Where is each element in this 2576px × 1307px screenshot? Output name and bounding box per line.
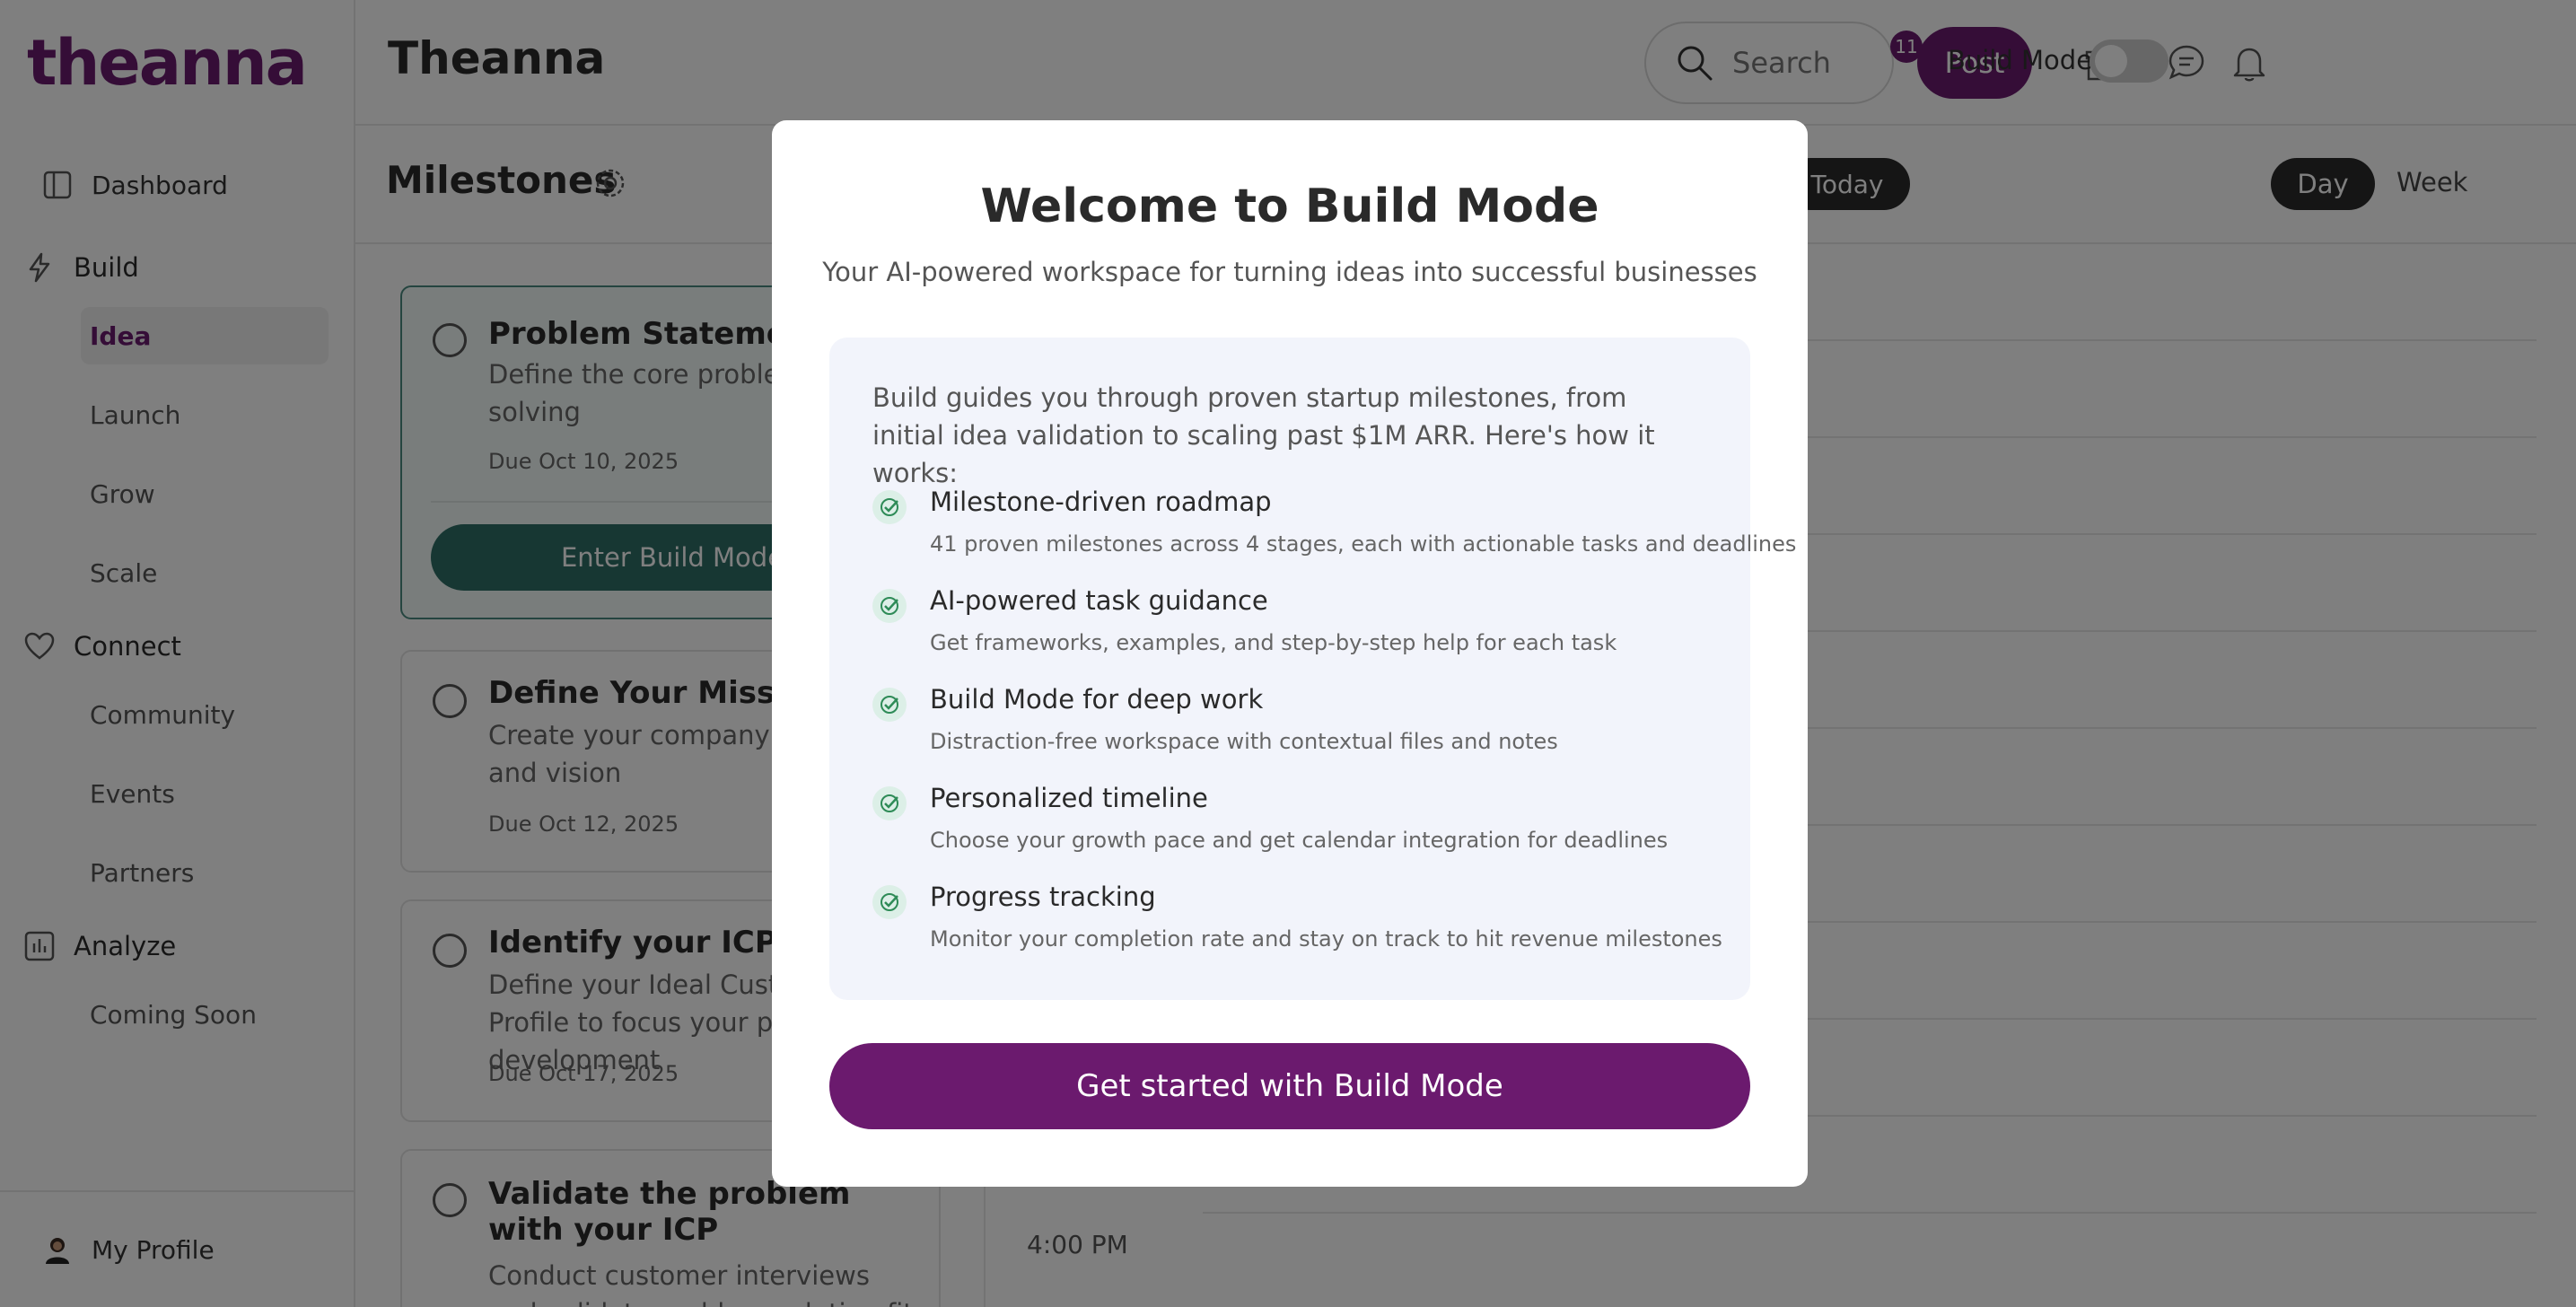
feature-title: Milestone-driven roadmap (930, 487, 1272, 517)
modal-title: Welcome to Build Mode (980, 180, 1599, 233)
get-started-button[interactable]: Get started with Build Mode (829, 1043, 1750, 1129)
modal-subtitle: Your AI-powered workspace for turning id… (822, 257, 1757, 287)
check-circle-icon (872, 885, 907, 919)
feature-title: AI-powered task guidance (930, 585, 1268, 616)
feature-title: Personalized timeline (930, 783, 1208, 813)
welcome-modal: Welcome to Build Mode Your AI-powered wo… (772, 120, 1808, 1187)
modal-intro: Build guides you through proven startup … (872, 382, 1655, 488)
feature-title: Build Mode for deep work (930, 684, 1264, 715)
feature-desc: Choose your growth pace and get calendar… (930, 828, 1669, 853)
feature-title: Progress tracking (930, 882, 1156, 912)
feature-desc: 41 proven milestones across 4 stages, ea… (930, 531, 1797, 557)
check-circle-icon (872, 688, 907, 722)
feature-desc: Distraction-free workspace with contextu… (930, 729, 1558, 754)
check-circle-icon (872, 490, 907, 524)
features-box: Build guides you through proven startup … (829, 338, 1796, 1000)
feature-desc: Get frameworks, examples, and step-by-st… (930, 630, 1617, 655)
feature-desc: Monitor your completion rate and stay on… (930, 926, 1722, 952)
check-circle-icon (872, 786, 907, 820)
check-circle-icon (872, 589, 907, 623)
